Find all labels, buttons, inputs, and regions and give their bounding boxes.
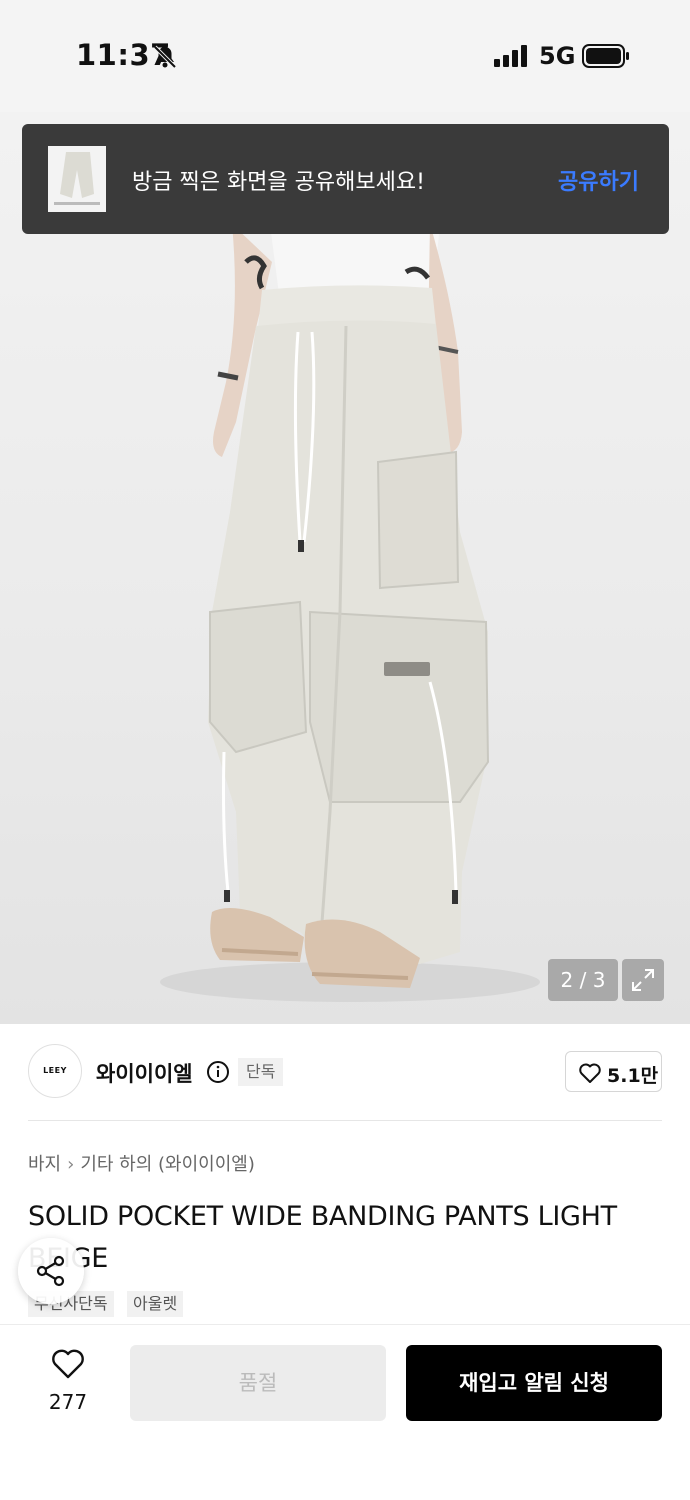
breadcrumb-subcategory[interactable]: 기타 하의 (와이이이엘) (80, 1150, 255, 1176)
brand-logo[interactable]: LEEY (28, 1044, 82, 1098)
share-toast: 방금 찍은 화면을 공유해보세요! 공유하기 (22, 124, 669, 234)
brand-like-count: 5.1만 (607, 1065, 659, 1087)
share-now-button[interactable]: 공유하기 (558, 164, 639, 196)
screenshot-thumbnail (48, 146, 106, 212)
pants-photo (160, 224, 540, 1002)
restock-alert-button[interactable]: 재입고 알림 신청 (406, 1345, 662, 1421)
expand-icon (632, 969, 654, 991)
info-icon[interactable] (206, 1060, 230, 1084)
breadcrumb-category[interactable]: 바지 (28, 1150, 61, 1176)
wishlist-heart-icon[interactable] (50, 1348, 86, 1380)
bell-slash-icon (153, 45, 177, 69)
image-counter: 2 / 3 (548, 959, 618, 1001)
divider (28, 1120, 662, 1121)
share-prompt-text: 방금 찍은 화면을 공유해보세요! (132, 170, 425, 195)
soldout-button[interactable]: 품절 (130, 1345, 386, 1421)
brand-like-button[interactable]: 5.1만 (565, 1051, 662, 1092)
tag-outlet: 아울렛 (127, 1291, 184, 1317)
breadcrumb: 바지 › 기타 하의 (와이이이엘) (28, 1150, 255, 1176)
expand-button[interactable] (622, 959, 664, 1001)
product-image[interactable] (0, 112, 690, 1024)
product-title: SOLID POCKET WIDE BANDING PANTS LIGHT BE… (28, 1201, 617, 1274)
heart-icon (579, 1063, 601, 1083)
network-label: 5G (539, 42, 576, 70)
wishlist-count: 277 (48, 1390, 88, 1414)
brand-name[interactable]: 와이이이엘 (96, 1058, 193, 1088)
exclusive-badge: 단독 (238, 1058, 284, 1086)
share-button[interactable] (18, 1238, 84, 1304)
battery-icon (582, 44, 629, 68)
status-bar: 11:37 5G (0, 0, 690, 112)
share-icon (36, 1255, 65, 1287)
chevron-right-icon: › (67, 1154, 75, 1175)
signal-icon (494, 45, 527, 67)
